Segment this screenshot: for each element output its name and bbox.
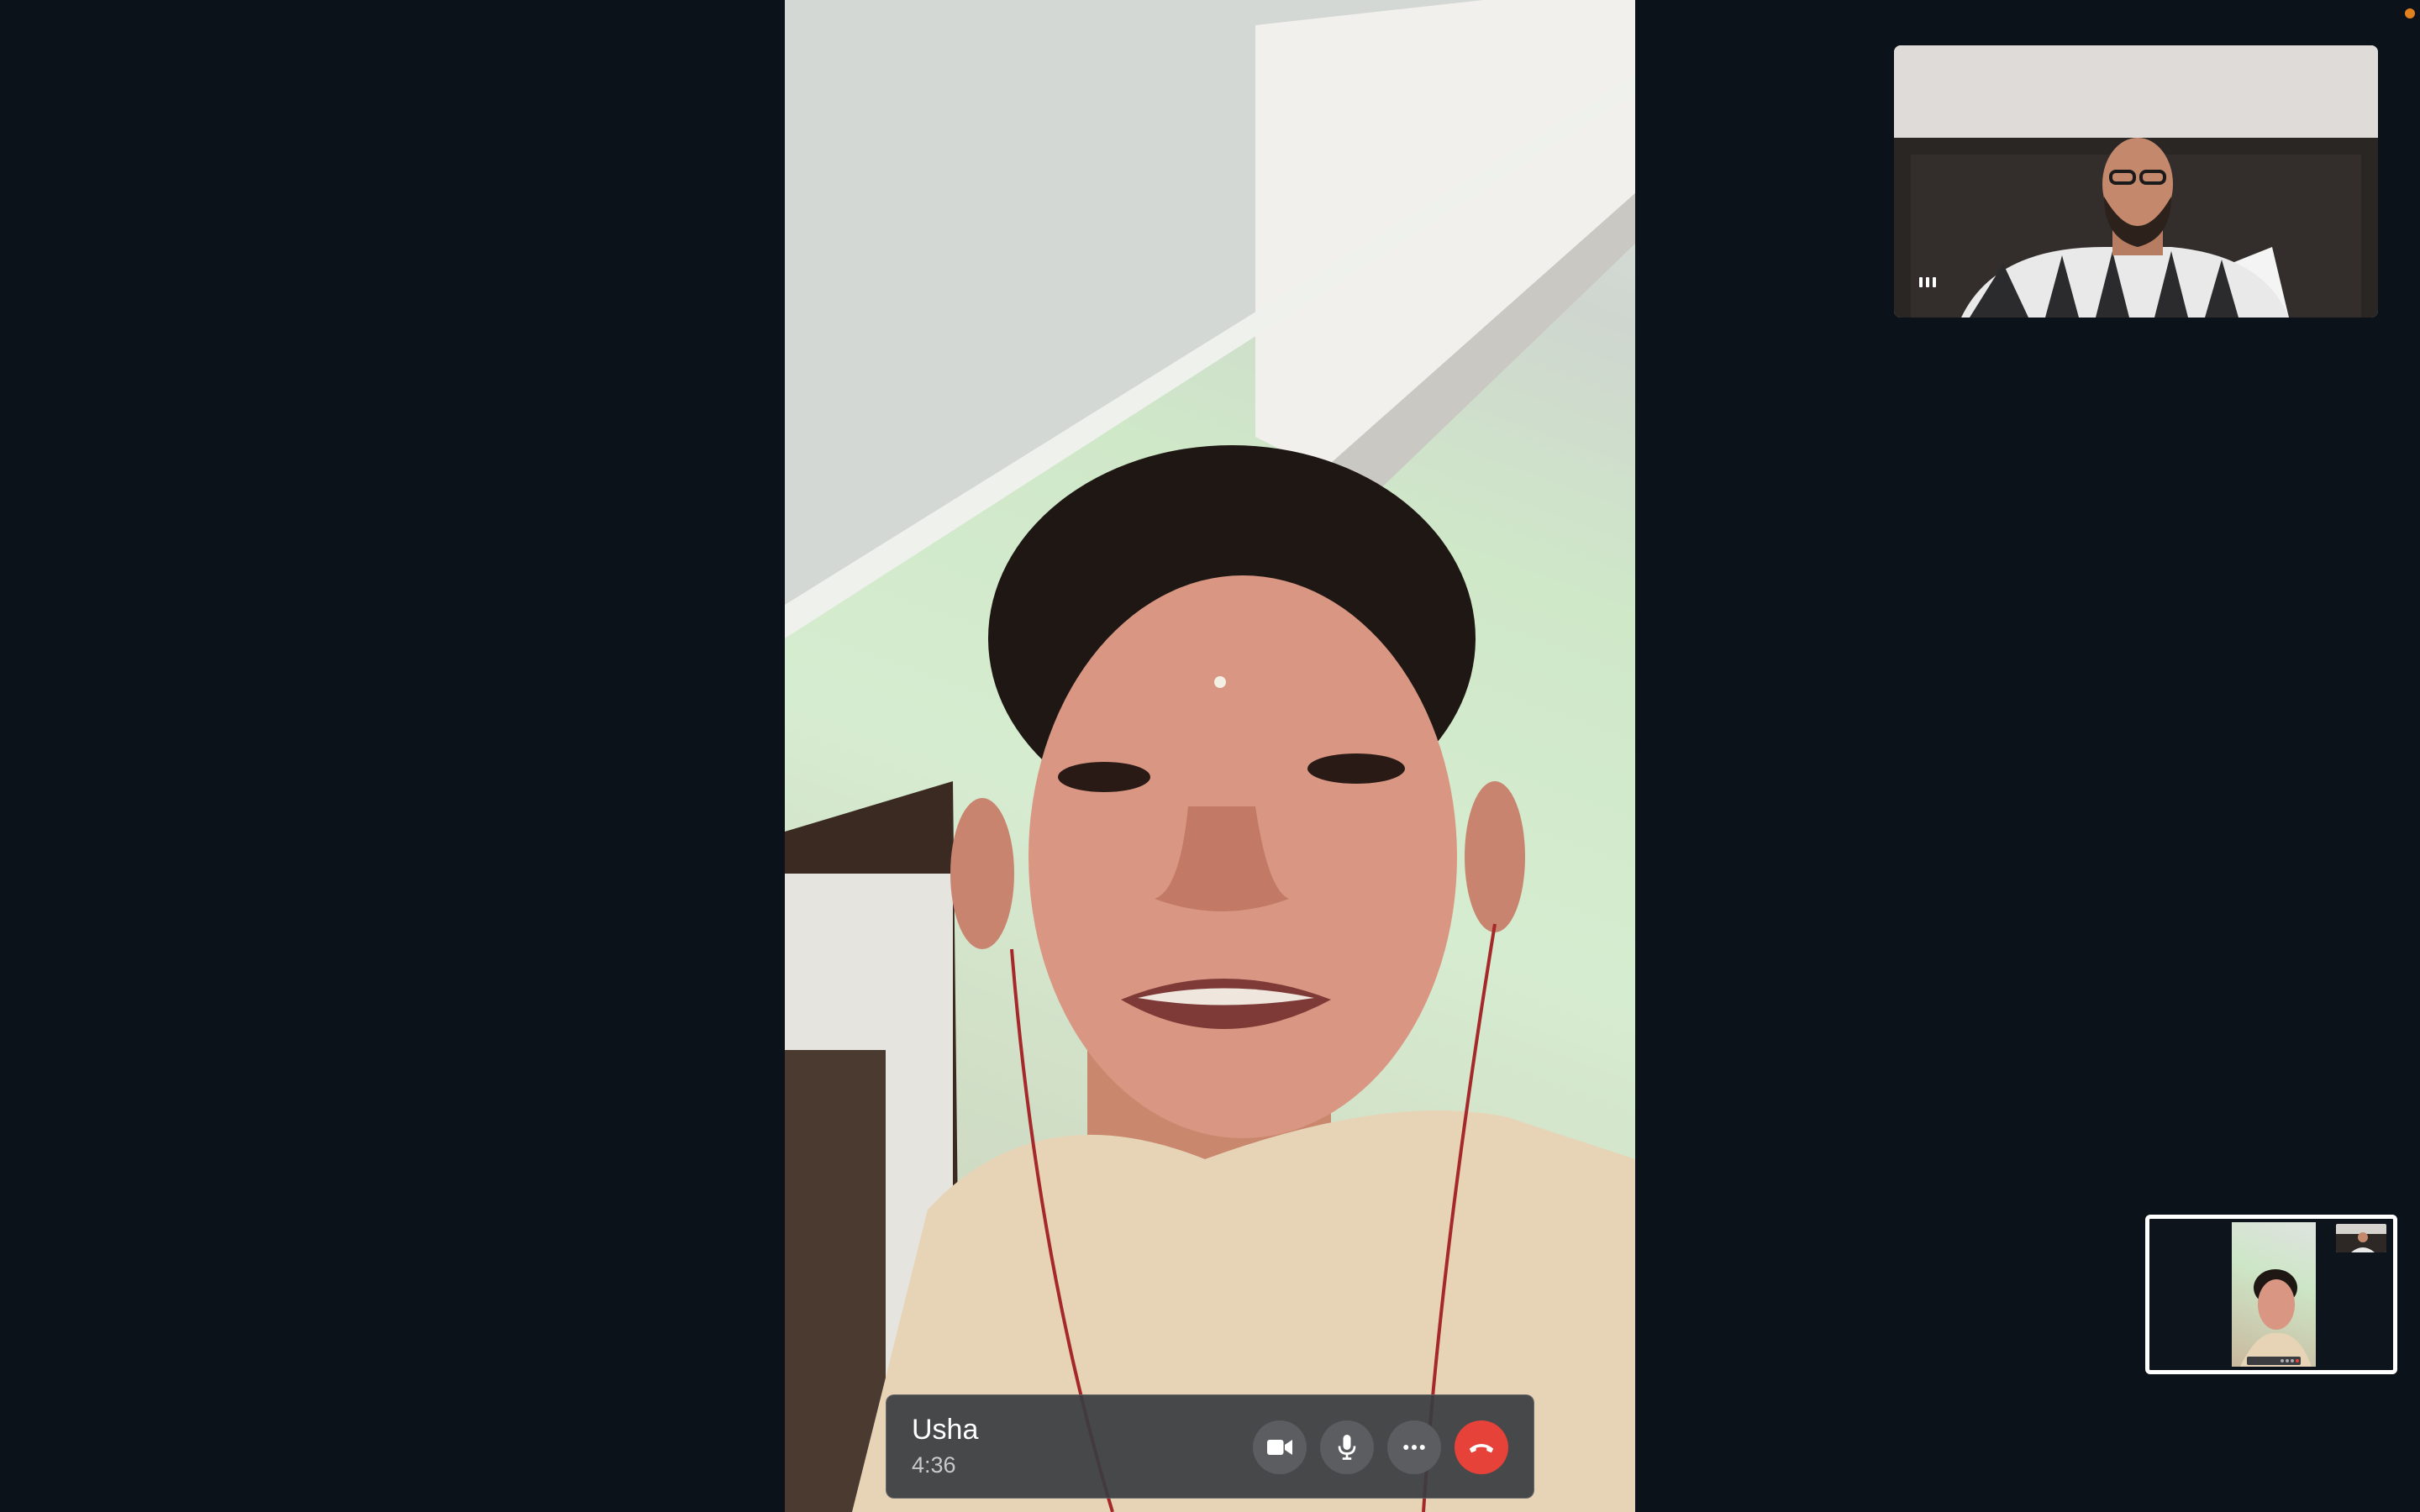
end-call-button[interactable] (1455, 1420, 1508, 1474)
thumbnail-self-video (2336, 1224, 2386, 1252)
more-options-icon (1403, 1445, 1425, 1450)
call-controls-bar: Usha 4:36 (886, 1394, 1534, 1499)
audio-level-icon (1919, 277, 1936, 287)
call-window-thumbnail[interactable] (2145, 1215, 2397, 1374)
self-participant-image (1894, 45, 2378, 318)
remote-video-feed (785, 0, 1635, 1512)
remote-participant-image (785, 0, 1635, 1512)
status-indicator-dot (2405, 8, 2415, 18)
caller-name: Usha (912, 1414, 979, 1446)
end-call-icon (1469, 1444, 1494, 1453)
microphone-icon (1338, 1435, 1356, 1460)
video-camera-icon (1267, 1440, 1292, 1455)
toggle-mic-button[interactable] (1320, 1420, 1374, 1474)
toggle-video-button[interactable] (1253, 1420, 1307, 1474)
call-duration: 4:36 (912, 1452, 956, 1478)
more-options-button[interactable] (1387, 1420, 1441, 1474)
thumbnail-remote-video (2232, 1222, 2316, 1367)
self-video-preview[interactable] (1894, 45, 2378, 318)
